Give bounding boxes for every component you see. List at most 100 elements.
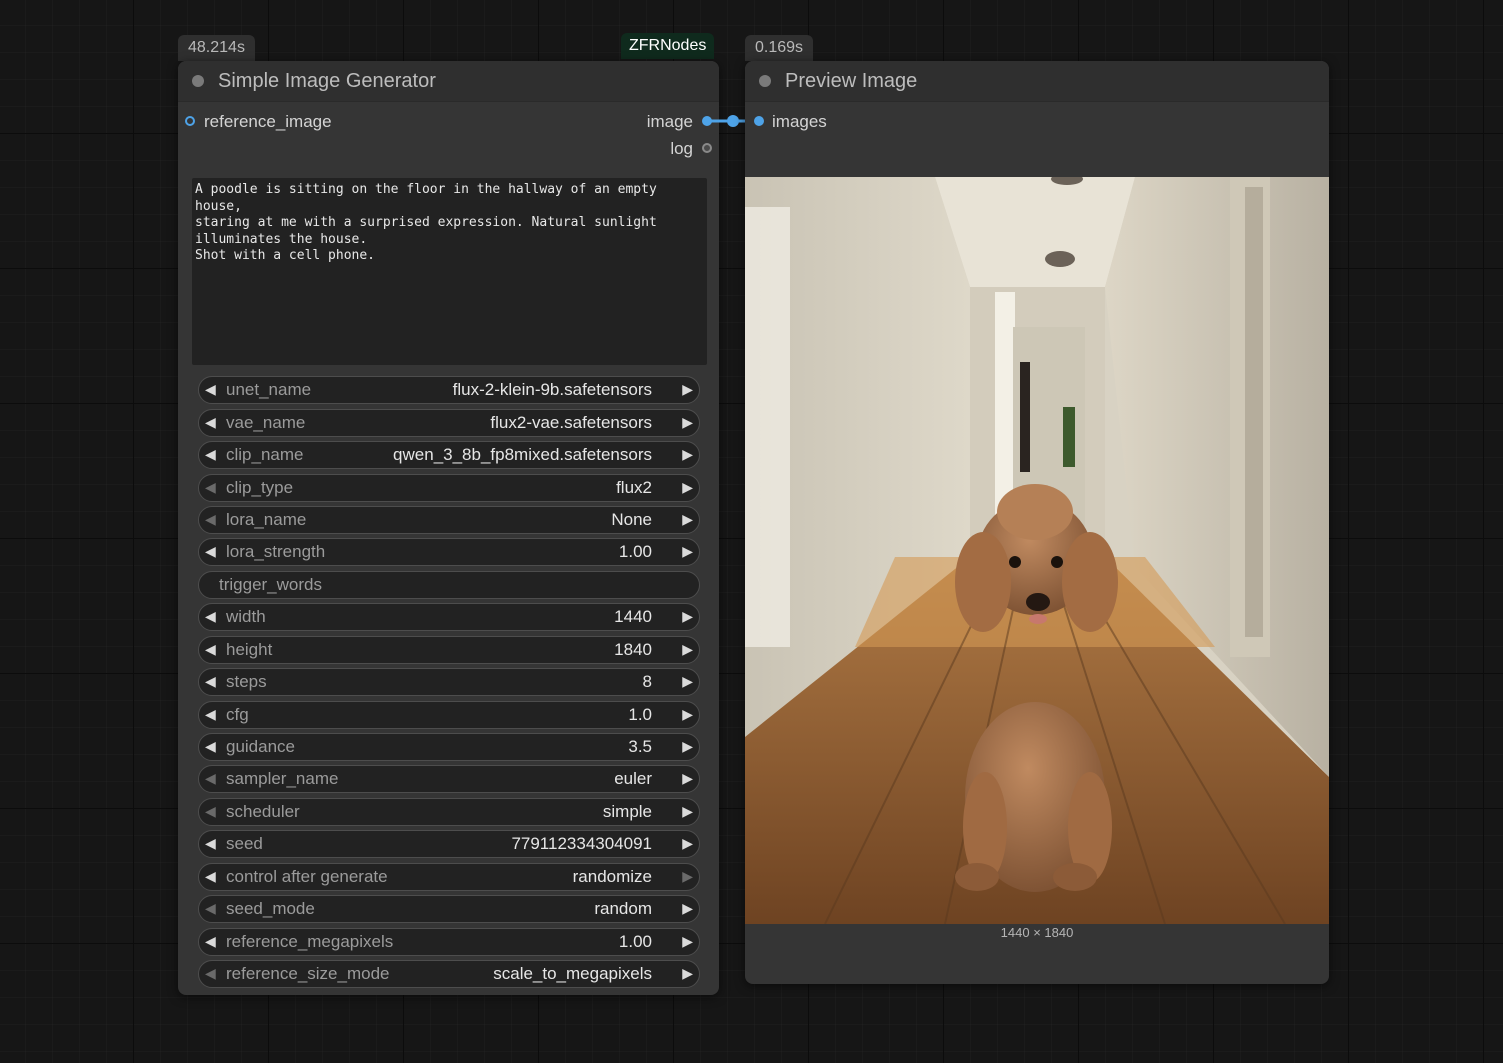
preview-node-title-bar[interactable]: Preview Image bbox=[745, 61, 1329, 102]
increment-arrow-icon[interactable]: ▶ bbox=[682, 706, 693, 723]
node-title: Simple Image Generator bbox=[218, 70, 436, 92]
collapse-dot-icon[interactable] bbox=[192, 75, 204, 87]
increment-arrow-icon[interactable]: ▶ bbox=[682, 543, 693, 560]
widget-clip-name[interactable]: ◀ clip_name qwen_3_8b_fp8mixed.safetensors… bbox=[198, 441, 700, 469]
increment-arrow-icon[interactable]: ▶ bbox=[682, 933, 693, 950]
increment-arrow-icon[interactable]: ▶ bbox=[682, 414, 693, 431]
widget-label: scheduler bbox=[226, 802, 300, 821]
widget-value: euler bbox=[614, 769, 652, 788]
widget-scheduler[interactable]: ◀ scheduler simple ▶ bbox=[198, 798, 700, 826]
widget-value: 3.5 bbox=[628, 737, 652, 756]
widget-value: 1.0 bbox=[628, 705, 652, 724]
node-title-bar[interactable]: Simple Image Generator bbox=[178, 61, 719, 102]
widget-value: 1440 bbox=[614, 607, 652, 626]
widget-value: 1.00 bbox=[618, 932, 652, 951]
widget-seed-mode[interactable]: ◀ seed_mode random ▶ bbox=[198, 895, 700, 923]
widget-label: seed_mode bbox=[226, 899, 315, 918]
preview-collapse-dot-icon[interactable] bbox=[759, 75, 771, 87]
decrement-arrow-icon[interactable]: ◀ bbox=[205, 381, 216, 398]
widget-label: lora_strength bbox=[226, 542, 326, 561]
increment-arrow-icon[interactable]: ▶ bbox=[682, 868, 693, 885]
widget-label: seed bbox=[226, 834, 263, 853]
decrement-arrow-icon[interactable]: ◀ bbox=[205, 900, 216, 917]
decrement-arrow-icon[interactable]: ◀ bbox=[205, 868, 216, 885]
widget-vae-name[interactable]: ◀ vae_name flux2-vae.safetensors ▶ bbox=[198, 409, 700, 437]
simple-image-generator-node[interactable]: Simple Image Generator reference_image i… bbox=[178, 61, 719, 995]
widget-clip-type[interactable]: ◀ clip_type flux2 ▶ bbox=[198, 474, 700, 502]
widget-trigger-words[interactable]: trigger_words bbox=[198, 571, 700, 599]
left-node-time-badge: 48.214s bbox=[178, 35, 255, 61]
widget-guidance[interactable]: ◀ guidance 3.5 ▶ bbox=[198, 733, 700, 761]
decrement-arrow-icon[interactable]: ◀ bbox=[205, 414, 216, 431]
preview-image-node[interactable]: Preview Image images 1440 × 1840 bbox=[745, 61, 1329, 984]
prompt-textarea[interactable]: A poodle is sitting on the floor in the … bbox=[192, 178, 707, 365]
widget-label: reference_megapixels bbox=[226, 932, 394, 951]
increment-arrow-icon[interactable]: ▶ bbox=[682, 381, 693, 398]
input-images-slot-icon[interactable] bbox=[754, 116, 764, 126]
widget-value: 779112334304091 bbox=[511, 834, 652, 853]
widget-height[interactable]: ◀ height 1840 ▶ bbox=[198, 636, 700, 664]
widget-label: control after generate bbox=[226, 867, 388, 886]
widget-label: steps bbox=[226, 672, 267, 691]
decrement-arrow-icon[interactable]: ◀ bbox=[205, 511, 216, 528]
widget-width[interactable]: ◀ width 1440 ▶ bbox=[198, 603, 700, 631]
widget-label: cfg bbox=[226, 705, 249, 724]
widget-value: None bbox=[611, 510, 652, 529]
input-slot-dot-icon[interactable] bbox=[185, 116, 195, 126]
widget-label: unet_name bbox=[226, 380, 312, 399]
increment-arrow-icon[interactable]: ▶ bbox=[682, 511, 693, 528]
preview-node-title: Preview Image bbox=[785, 70, 918, 92]
increment-arrow-icon[interactable]: ▶ bbox=[682, 641, 693, 658]
widget-value: scale_to_megapixels bbox=[493, 964, 652, 983]
decrement-arrow-icon[interactable]: ◀ bbox=[205, 803, 216, 820]
widget-value: 1840 bbox=[614, 640, 652, 659]
output-log-slot-icon[interactable] bbox=[702, 143, 712, 153]
decrement-arrow-icon[interactable]: ◀ bbox=[205, 965, 216, 982]
decrement-arrow-icon[interactable]: ◀ bbox=[205, 608, 216, 625]
increment-arrow-icon[interactable]: ▶ bbox=[682, 608, 693, 625]
widget-cfg[interactable]: ◀ cfg 1.0 ▶ bbox=[198, 701, 700, 729]
decrement-arrow-icon[interactable]: ◀ bbox=[205, 543, 216, 560]
widget-control-after-generate[interactable]: ◀ control after generate randomize ▶ bbox=[198, 863, 700, 891]
increment-arrow-icon[interactable]: ▶ bbox=[682, 673, 693, 690]
increment-arrow-icon[interactable]: ▶ bbox=[682, 770, 693, 787]
decrement-arrow-icon[interactable]: ◀ bbox=[205, 706, 216, 723]
widget-label: clip_name bbox=[226, 445, 304, 464]
decrement-arrow-icon[interactable]: ◀ bbox=[205, 835, 216, 852]
widget-label: lora_name bbox=[226, 510, 307, 529]
widget-value: flux2 bbox=[616, 478, 652, 497]
decrement-arrow-icon[interactable]: ◀ bbox=[205, 641, 216, 658]
increment-arrow-icon[interactable]: ▶ bbox=[682, 965, 693, 982]
input-reference-image-label: reference_image bbox=[204, 112, 332, 131]
generated-image-preview[interactable] bbox=[745, 177, 1329, 924]
increment-arrow-icon[interactable]: ▶ bbox=[682, 900, 693, 917]
widget-steps[interactable]: ◀ steps 8 ▶ bbox=[198, 668, 700, 696]
decrement-arrow-icon[interactable]: ◀ bbox=[205, 933, 216, 950]
widget-value: random bbox=[594, 899, 652, 918]
widget-label: vae_name bbox=[226, 413, 306, 432]
increment-arrow-icon[interactable]: ▶ bbox=[682, 835, 693, 852]
widget-lora-name[interactable]: ◀ lora_name None ▶ bbox=[198, 506, 700, 534]
decrement-arrow-icon[interactable]: ◀ bbox=[205, 673, 216, 690]
poodle-hallway-image bbox=[745, 177, 1329, 924]
decrement-arrow-icon[interactable]: ◀ bbox=[205, 479, 216, 496]
increment-arrow-icon[interactable]: ▶ bbox=[682, 803, 693, 820]
output-log-label: log bbox=[670, 139, 693, 158]
widget-value: 1.00 bbox=[618, 542, 652, 561]
increment-arrow-icon[interactable]: ▶ bbox=[682, 446, 693, 463]
increment-arrow-icon[interactable]: ▶ bbox=[682, 479, 693, 496]
widget-lora-strength[interactable]: ◀ lora_strength 1.00 ▶ bbox=[198, 538, 700, 566]
decrement-arrow-icon[interactable]: ◀ bbox=[205, 738, 216, 755]
decrement-arrow-icon[interactable]: ◀ bbox=[205, 770, 216, 787]
widget-sampler-name[interactable]: ◀ sampler_name euler ▶ bbox=[198, 765, 700, 793]
widget-unet-name[interactable]: ◀ unet_name flux-2-klein-9b.safetensors ▶ bbox=[198, 376, 700, 404]
widget-seed[interactable]: ◀ seed 779112334304091 ▶ bbox=[198, 830, 700, 858]
widget-reference-size-mode[interactable]: ◀ reference_size_mode scale_to_megapixels ▶ bbox=[198, 960, 700, 988]
decrement-arrow-icon[interactable]: ◀ bbox=[205, 446, 216, 463]
widget-reference-megapixels[interactable]: ◀ reference_megapixels 1.00 ▶ bbox=[198, 928, 700, 956]
increment-arrow-icon[interactable]: ▶ bbox=[682, 738, 693, 755]
widget-value: randomize bbox=[572, 867, 652, 886]
widget-label: guidance bbox=[226, 737, 296, 756]
right-node-time-badge: 0.169s bbox=[745, 35, 814, 61]
widget-value: simple bbox=[602, 802, 652, 821]
